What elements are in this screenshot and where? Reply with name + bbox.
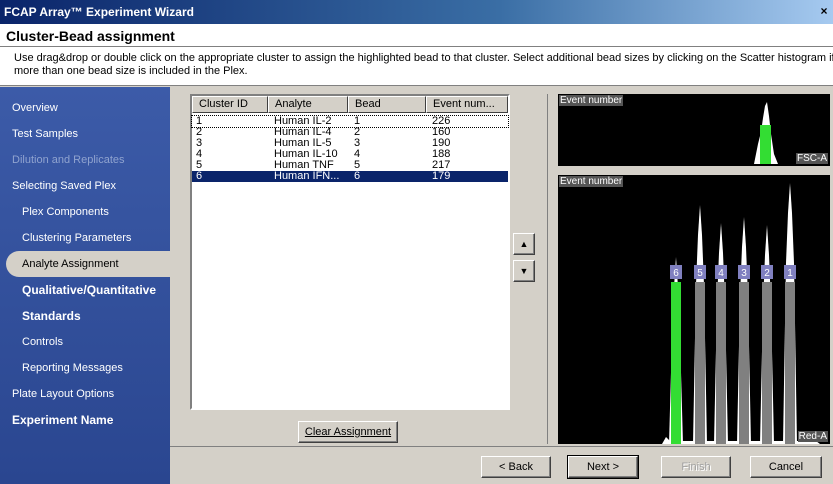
move-down-button[interactable]: ▼ [513, 260, 535, 282]
cell-events: 190 [432, 138, 451, 149]
cell-cluster: 5 [196, 160, 203, 171]
scatter-y-label: Event number [559, 95, 624, 106]
table-row[interactable]: 2 Human IL-4 2 160 [192, 127, 508, 138]
nav-item-plate-layout-options[interactable]: Plate Layout Options [0, 381, 170, 407]
nav-item-experiment-name[interactable]: Experiment Name [0, 407, 170, 433]
window-title: FCAP Array™ Experiment Wizard [4, 5, 194, 19]
nav-item-plex-components[interactable]: Plex Components [0, 199, 170, 225]
next-button[interactable]: Next > [567, 455, 639, 479]
cell-bead: 4 [354, 149, 361, 160]
title-bar[interactable]: FCAP Array™ Experiment Wizard × [0, 0, 833, 24]
cell-cluster: 3 [196, 138, 203, 149]
bead-gate[interactable] [762, 282, 772, 444]
cell-events: 160 [432, 127, 451, 138]
button-bar: < Back Next > Finish Cancel [170, 446, 833, 484]
cell-analyte: Human IL-2 [274, 116, 332, 127]
bead-gate[interactable] [671, 282, 681, 444]
arrow-up-icon: ▲ [519, 239, 529, 249]
cell-events: 179 [432, 171, 451, 182]
table-row[interactable]: 6 Human IFN... 6 179 [192, 171, 508, 182]
nav-item-selecting-saved-plex[interactable]: Selecting Saved Plex [0, 173, 170, 199]
bead-label: 2 [764, 268, 770, 279]
nav-item-test-samples[interactable]: Test Samples [0, 121, 170, 147]
bead-label: 3 [741, 268, 747, 279]
table-row[interactable]: 4 Human IL-10 4 188 [192, 149, 508, 160]
header-divider [0, 46, 833, 47]
cancel-button[interactable]: Cancel [750, 456, 822, 478]
bead-gate[interactable] [785, 282, 795, 444]
bead-x-label: Red-A [797, 431, 828, 442]
cell-analyte: Human IL-4 [274, 127, 332, 138]
col-event-number[interactable]: Event num... [426, 96, 508, 113]
col-bead[interactable]: Bead [348, 96, 426, 113]
bead-label: 1 [787, 268, 793, 279]
wizard-window: FCAP Array™ Experiment Wizard × Cluster-… [0, 0, 833, 484]
page-header: Cluster-Bead assignment Use drag&drop or… [0, 24, 833, 86]
nav-item-standards[interactable]: Standards [0, 303, 170, 329]
page-title: Cluster-Bead assignment [6, 28, 175, 44]
scatter-x-label: FSC-A [796, 153, 828, 164]
arrow-down-icon: ▼ [519, 266, 529, 276]
nav-item-dilution-and-replicates: Dilution and Replicates [12, 154, 125, 166]
cell-analyte: Human TNF [274, 160, 334, 171]
bead-histogram[interactable]: 6 5 4 3 2 1 Event number Red-A [558, 175, 830, 444]
page-description: Use drag&drop or double click on the app… [14, 52, 833, 77]
cell-analyte: Human IL-5 [274, 138, 332, 149]
bead-y-label: Event number [559, 176, 624, 187]
table-header: Cluster ID Analyte Bead Event num... [192, 96, 508, 113]
cell-analyte: Human IFN... [274, 171, 340, 182]
cell-events: 226 [432, 116, 451, 127]
close-icon[interactable]: × [817, 3, 831, 19]
nav-item-controls[interactable]: Controls [0, 329, 170, 355]
vertical-divider [547, 94, 548, 444]
bead-label: 5 [697, 268, 703, 279]
cell-events: 217 [432, 160, 451, 171]
cell-cluster: 2 [196, 127, 203, 138]
cell-bead: 6 [354, 171, 361, 182]
nav-item-clustering-parameters[interactable]: Clustering Parameters [0, 225, 170, 251]
cell-events: 188 [432, 149, 451, 160]
col-analyte[interactable]: Analyte [268, 96, 348, 113]
bead-label: 6 [673, 268, 679, 279]
move-up-button[interactable]: ▲ [513, 233, 535, 255]
wizard-nav: Overview Test Samples Dilution and Replica… [0, 87, 170, 484]
cluster-table[interactable]: Cluster ID Analyte Bead Event num... 1 Hu… [190, 94, 510, 410]
cell-cluster: 1 [196, 116, 203, 127]
table-row[interactable]: 5 Human TNF 5 217 [192, 160, 508, 171]
cell-cluster: 6 [196, 171, 203, 182]
scatter-histogram[interactable]: Event number FSC-A [558, 94, 830, 166]
nav-item-analyte-assignment[interactable]: Analyte Assignment [6, 251, 170, 277]
clear-assignment-button[interactable]: Clear Assignment [298, 421, 398, 443]
bead-gate[interactable] [695, 282, 705, 444]
cell-bead: 5 [354, 160, 361, 171]
cell-cluster: 4 [196, 149, 203, 160]
clear-assignment-label: Clear Assignment [304, 426, 392, 438]
table-row[interactable]: 1 Human IL-2 1 226 [191, 115, 509, 128]
cell-analyte: Human IL-10 [274, 149, 338, 160]
nav-item-overview[interactable]: Overview [0, 95, 170, 121]
cell-bead: 3 [354, 138, 361, 149]
finish-button[interactable]: Finish [661, 456, 731, 478]
bead-gate[interactable] [716, 282, 726, 444]
back-button[interactable]: < Back [481, 456, 551, 478]
table-row[interactable]: 3 Human IL-5 3 190 [192, 138, 508, 149]
col-cluster-id[interactable]: Cluster ID [192, 96, 268, 113]
bead-label: 4 [718, 268, 724, 279]
nav-item-reporting-messages[interactable]: Reporting Messages [0, 355, 170, 381]
cell-bead: 2 [354, 127, 361, 138]
bead-svg: 6 5 4 3 2 1 [662, 183, 820, 444]
nav-item-qualitative-quantitative[interactable]: Qualitative/Quantitative [0, 277, 170, 303]
cell-bead: 1 [354, 116, 361, 127]
bead-gate[interactable] [739, 282, 749, 444]
scatter-gate [760, 125, 771, 164]
